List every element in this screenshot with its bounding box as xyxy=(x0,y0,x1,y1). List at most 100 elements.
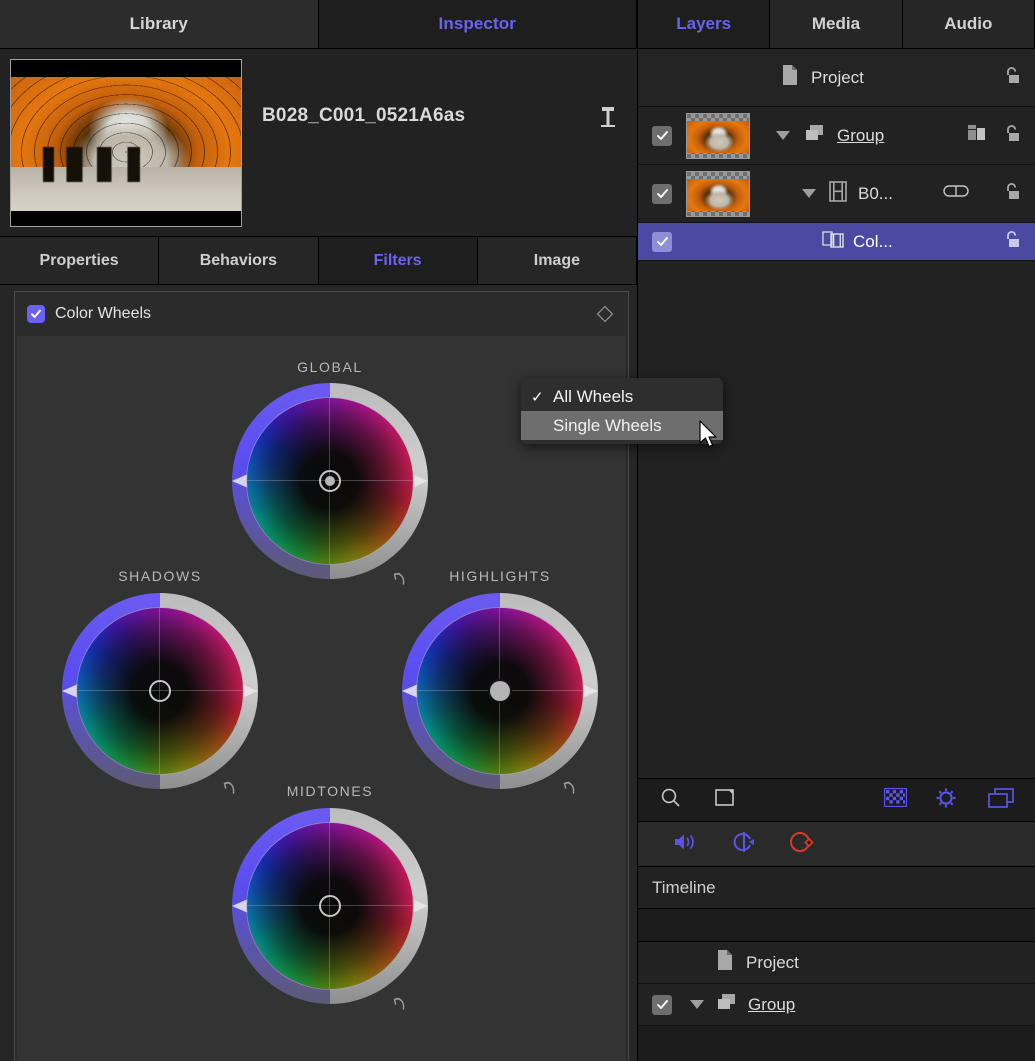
layer-thumbnail xyxy=(686,113,750,159)
color-wheel-midtones[interactable] xyxy=(225,801,435,1011)
diamond-icon[interactable] xyxy=(596,305,614,323)
layer-visibility-checkbox[interactable] xyxy=(652,232,672,252)
add-layer-icon[interactable] xyxy=(714,787,738,814)
global-color-knob[interactable] xyxy=(319,470,341,492)
checkerboard-icon[interactable] xyxy=(884,788,907,812)
clip-thumbnail[interactable] xyxy=(10,59,242,227)
film-icon xyxy=(828,181,848,207)
list-item[interactable]: Project xyxy=(638,942,1035,984)
tab-properties-label: Properties xyxy=(40,252,119,270)
tab-behaviors[interactable]: Behaviors xyxy=(159,237,318,284)
layer-name-clip[interactable]: B0... xyxy=(858,184,893,204)
tab-layers-label: Layers xyxy=(676,14,731,34)
layer-name-group[interactable]: Group xyxy=(837,126,884,146)
layer-visibility-checkbox[interactable] xyxy=(652,126,672,146)
menu-item-all-wheels[interactable]: ✓ All Wheels xyxy=(521,382,723,411)
filter-enable-checkbox[interactable] xyxy=(27,305,45,323)
color-wheel-shadows[interactable] xyxy=(55,586,265,796)
table-row[interactable]: Group xyxy=(638,107,1035,165)
document-icon xyxy=(716,949,734,976)
inspector-sub-tabbar: Properties Behaviors Filters Image xyxy=(0,237,637,285)
inspector-column: Library Inspector B028_C001_0521A6as xyxy=(0,0,637,1061)
table-row[interactable]: Project xyxy=(638,49,1035,107)
timeline-name-project: Project xyxy=(746,953,799,973)
record-keyframe-icon[interactable] xyxy=(788,830,816,859)
disclosure-triangle-icon[interactable] xyxy=(690,1000,704,1009)
row-right-icons xyxy=(1001,223,1023,260)
reset-highlights-button[interactable] xyxy=(559,777,579,797)
filter-film-icon xyxy=(822,230,844,254)
row-right-icons xyxy=(943,165,1023,222)
color-wheel-highlights[interactable] xyxy=(395,586,605,796)
tab-image[interactable]: Image xyxy=(478,237,637,284)
table-row[interactable]: B0... xyxy=(638,165,1035,223)
layers-tabbar: Layers Media Audio xyxy=(638,0,1035,49)
mouse-cursor xyxy=(698,420,720,452)
tab-audio-label: Audio xyxy=(944,14,992,34)
list-item[interactable]: Group xyxy=(638,984,1035,1026)
tab-media[interactable]: Media xyxy=(770,0,902,48)
inspector-top-tabbar: Library Inspector xyxy=(0,0,637,49)
checkmark-icon: ✓ xyxy=(531,388,553,406)
group-icon xyxy=(804,124,826,148)
document-icon xyxy=(781,64,799,91)
tab-inspector-label: Inspector xyxy=(439,14,516,34)
tab-layers[interactable]: Layers xyxy=(638,0,770,48)
layer-name-filter[interactable]: Col... xyxy=(853,232,893,252)
filter-name-label: Color Wheels xyxy=(55,305,151,323)
link-icon[interactable] xyxy=(943,184,969,203)
color-wheel-global[interactable] xyxy=(225,376,435,586)
filter-header-row: Color Wheels xyxy=(15,292,628,336)
view-popup-menu[interactable]: ✓ All Wheels Single Wheels xyxy=(521,378,723,444)
tab-media-label: Media xyxy=(812,14,860,34)
unlock-icon[interactable] xyxy=(1001,64,1023,91)
table-row[interactable]: Col... xyxy=(638,223,1035,261)
mask-icon[interactable] xyxy=(967,123,987,148)
reset-midtones-button[interactable] xyxy=(389,993,409,1013)
disclosure-triangle-icon[interactable] xyxy=(776,131,790,140)
loop-icon[interactable] xyxy=(730,830,758,859)
disclosure-triangle-icon[interactable] xyxy=(802,189,816,198)
wheel-label-global: GLOBAL xyxy=(225,359,435,375)
layers-transport-toolbar xyxy=(638,822,1035,867)
timeline-visibility-checkbox[interactable] xyxy=(652,995,672,1015)
row-right-icons xyxy=(967,107,1023,164)
layers-toolbar xyxy=(638,778,1035,822)
duplicate-icon[interactable] xyxy=(987,787,1015,814)
wheel-label-highlights: HIGHLIGHTS xyxy=(395,568,605,584)
menu-item-single-wheels[interactable]: Single Wheels xyxy=(521,411,723,440)
timeline-spacer xyxy=(638,909,1035,942)
gear-icon[interactable] xyxy=(935,787,957,814)
unlock-icon[interactable] xyxy=(1001,122,1023,149)
tab-image-label: Image xyxy=(534,252,580,270)
layer-thumbnail xyxy=(686,171,750,217)
shadows-color-knob[interactable] xyxy=(149,680,171,702)
wheel-label-shadows: SHADOWS xyxy=(55,568,265,584)
speaker-icon[interactable] xyxy=(672,831,700,858)
group-icon xyxy=(716,993,738,1017)
row-right-icons xyxy=(1001,49,1023,106)
unlock-icon[interactable] xyxy=(1001,180,1023,207)
pin-icon[interactable] xyxy=(597,105,619,133)
timeline-header: Timeline xyxy=(638,867,1035,909)
tab-filters[interactable]: Filters xyxy=(319,237,478,284)
wheel-label-midtones: MIDTONES xyxy=(225,783,435,799)
color-wheels-area: View GLOBAL xyxy=(17,336,626,1061)
tab-library[interactable]: Library xyxy=(0,0,319,48)
highlights-color-knob[interactable] xyxy=(490,681,510,701)
layer-visibility-checkbox[interactable] xyxy=(652,184,672,204)
menu-item-all-wheels-label: All Wheels xyxy=(553,387,633,407)
thumbnail-floor xyxy=(11,167,241,211)
menu-item-single-wheels-label: Single Wheels xyxy=(553,416,662,436)
tab-properties[interactable]: Properties xyxy=(0,237,159,284)
tab-inspector[interactable]: Inspector xyxy=(319,0,638,48)
timeline-name-group[interactable]: Group xyxy=(748,995,795,1015)
motion-app-window: Library Inspector B028_C001_0521A6as xyxy=(0,0,1035,1061)
search-icon[interactable] xyxy=(660,787,682,814)
unlock-icon[interactable] xyxy=(1001,228,1023,255)
midtones-color-knob[interactable] xyxy=(319,895,341,917)
tab-audio[interactable]: Audio xyxy=(903,0,1035,48)
layers-empty-area xyxy=(638,261,1035,778)
clip-thumbnail-image xyxy=(11,77,241,211)
tab-filters-label: Filters xyxy=(374,252,422,270)
